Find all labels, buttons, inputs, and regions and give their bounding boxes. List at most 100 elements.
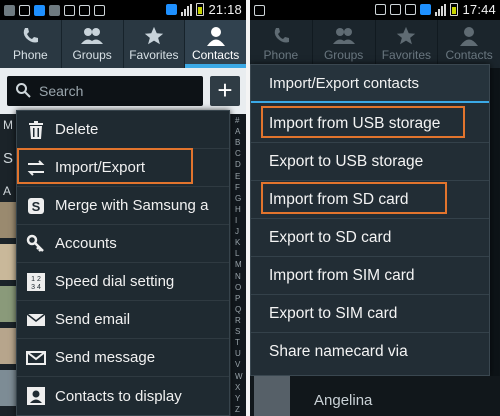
message-icon [17,350,55,366]
index-letter[interactable]: D [235,160,241,169]
index-letter[interactable]: K [235,238,240,247]
index-letter[interactable]: O [235,283,241,292]
tab-label: Groups [72,48,112,62]
index-letter[interactable]: M [235,260,242,269]
star-icon [395,24,417,48]
index-letter[interactable]: E [235,172,240,181]
sync-icon [94,4,105,16]
contact-name: Angelina [314,392,373,409]
status-time: 21:18 [208,2,242,17]
index-letter[interactable]: H [235,205,241,214]
index-letter[interactable]: T [235,338,240,347]
tab-phone: Phone [250,20,313,68]
svg-text:S: S [32,199,41,214]
phone-notification-icon [4,4,15,16]
email-icon [17,312,55,328]
index-letter[interactable]: X [235,383,240,392]
index-letter[interactable]: G [235,194,241,203]
option-share-namecard[interactable]: Share namecard via [251,333,489,371]
section-letter: A [3,184,12,198]
import-export-dialog: Import/Export contacts Import from USB s… [250,64,490,376]
svg-text:1 2: 1 2 [31,276,41,283]
index-letter[interactable]: J [235,227,239,236]
tab-label: Contacts [445,48,493,62]
notification-icons [254,3,265,17]
tab-favorites: Favorites [375,20,439,68]
avatar [254,376,290,416]
option-import-usb[interactable]: Import from USB storage [251,105,489,143]
notification-badge-icon [420,4,432,15]
menu-item-send-message[interactable]: Send message [17,339,229,377]
star-icon [143,24,165,48]
contacts-display-icon [17,386,55,406]
option-import-sd[interactable]: Import from SD card [251,181,489,219]
index-letter[interactable]: U [235,349,241,358]
tab-favorites[interactable]: Favorites [124,20,186,68]
alphabet-index-bar[interactable]: # A B C D E F G H I J K L M N O P Q R S T U V W X Y Z [230,114,246,416]
index-letter[interactable]: L [235,249,239,258]
index-letter[interactable]: Y [235,394,240,403]
menu-item-send-email[interactable]: Send email [17,301,229,339]
dialog-title: Import/Export contacts [251,65,489,103]
section-letter: M [3,118,13,132]
index-letter[interactable]: P [235,294,240,303]
menu-item-import-export[interactable]: Import/Export [17,149,229,187]
svg-text:3 4: 3 4 [31,284,41,291]
contact-list-edge: M S A [0,114,16,416]
phone-icon [271,24,291,48]
index-letter[interactable]: R [235,316,241,325]
menu-item-speed-dial[interactable]: 1 23 4 Speed dial setting [17,263,229,301]
contact-icon [458,24,480,48]
index-letter[interactable]: Z [235,405,240,414]
screenshot-composite: 21:18 Phone Groups Favorites Contacts Se… [0,0,500,416]
index-letter[interactable]: # [235,116,239,125]
contact-icon [205,24,227,48]
tab-groups: Groups [312,20,376,68]
status-bar: 21:18 [0,0,246,20]
tab-label: Groups [323,48,364,62]
index-letter[interactable]: W [235,372,243,381]
status-right: 21:18 [166,2,242,17]
signal-icon [435,3,447,16]
option-import-sim[interactable]: Import from SIM card [251,257,489,295]
speed-dial-icon: 1 23 4 [17,272,55,292]
index-letter[interactable]: V [235,360,240,369]
add-contact-button[interactable]: + [210,76,240,106]
menu-item-label: Accounts [55,235,117,252]
usb-icon [390,4,402,15]
index-letter[interactable]: I [235,216,237,225]
notification-icons [4,3,105,17]
search-input[interactable]: Search [7,76,203,106]
menu-item-contacts-to-display[interactable]: Contacts to display [17,377,229,415]
tab-phone[interactable]: Phone [0,20,62,68]
status-bar: 17:44 [250,0,500,20]
contact-thumbnail [0,286,16,322]
battery-icon [196,3,205,16]
tab-bar: Phone Groups Favorites Contacts [0,20,246,68]
tab-contacts[interactable]: Contacts [185,20,246,68]
index-letter[interactable]: B [235,138,240,147]
trash-icon [17,120,55,140]
index-letter[interactable]: C [235,149,241,158]
phone-icon [20,24,40,48]
index-letter[interactable]: Q [235,305,241,314]
menu-item-label: Merge with Samsung a [55,197,209,214]
menu-item-merge-samsung[interactable]: S Merge with Samsung a [17,187,229,225]
left-phone-screen: 21:18 Phone Groups Favorites Contacts Se… [0,0,246,416]
index-letter[interactable]: N [235,272,241,281]
index-letter[interactable]: F [235,183,240,192]
tab-label: Contacts [191,48,240,62]
menu-item-delete[interactable]: Delete [17,111,229,149]
index-letter[interactable]: A [235,127,240,136]
search-icon [15,82,31,101]
option-export-sd[interactable]: Export to SD card [251,219,489,257]
menu-item-accounts[interactable]: Accounts [17,225,229,263]
contact-row: Angelina [250,376,500,416]
option-export-usb[interactable]: Export to USB storage [251,143,489,181]
contact-thumbnail [0,244,16,280]
alarm-icon [405,4,417,15]
index-letter[interactable]: S [235,327,240,336]
tab-groups[interactable]: Groups [62,20,124,68]
contact-thumbnail [0,202,16,238]
option-export-sim[interactable]: Export to SIM card [251,295,489,333]
